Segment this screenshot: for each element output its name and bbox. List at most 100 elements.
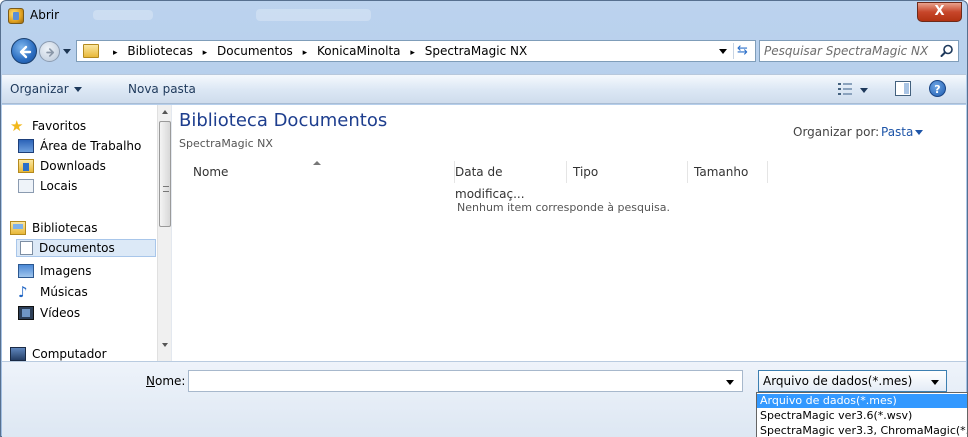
navigation-pane: ★ Favoritos Área de Trabalho Downloads L…: [2, 105, 172, 361]
file-name-input[interactable]: [192, 373, 712, 389]
breadcrumb-separator[interactable]: ▸: [410, 48, 415, 58]
sidebar-item-computer[interactable]: Computador: [10, 345, 107, 361]
sidebar-item-label: Imagens: [40, 264, 92, 278]
recent-pages-dropdown[interactable]: [63, 49, 71, 54]
column-header-date[interactable]: Data de modificaç...: [449, 161, 567, 201]
file-type-select[interactable]: Arquivo de dados(*.mes): [758, 370, 947, 392]
title-ghost-text-2: [256, 9, 371, 21]
sidebar-item-label: Área de Trabalho: [40, 139, 142, 153]
sidebar-item-label: Downloads: [40, 159, 106, 173]
sidebar-item-libraries[interactable]: Bibliotecas: [10, 219, 97, 237]
breadcrumb-documentos[interactable]: Documentos: [217, 44, 293, 58]
empty-results-message: Nenhum item corresponde à pesquisa.: [457, 201, 670, 214]
back-arrow-icon: [19, 45, 32, 59]
sidebar-item-label: Favoritos: [32, 119, 87, 133]
libraries-icon: [10, 221, 26, 235]
preview-pane-icon[interactable]: [895, 81, 911, 96]
sidebar-item-label: Vídeos: [40, 306, 81, 320]
file-name-label-rest: ome:: [154, 374, 186, 388]
scroll-down-icon[interactable]: [162, 343, 168, 347]
breadcrumb-konicaminolta[interactable]: KonicaMinolta: [317, 44, 401, 58]
view-dropdown-icon[interactable]: [860, 88, 868, 93]
sidebar-item-label: Bibliotecas: [32, 221, 98, 235]
breadcrumb-separator[interactable]: ▸: [203, 48, 208, 58]
scroll-up-icon[interactable]: [162, 110, 168, 114]
breadcrumb-separator[interactable]: ▸: [303, 48, 308, 58]
file-type-option[interactable]: SpectraMagic ver3.3, ChromaMagic(*.m: [757, 424, 967, 437]
computer-icon: [10, 347, 26, 361]
breadcrumb-spectramagic[interactable]: SpectraMagic NX: [425, 44, 527, 58]
grip-icon: [163, 186, 169, 192]
library-title: Biblioteca Documentos: [179, 110, 388, 131]
sidebar-item-downloads[interactable]: Downloads: [18, 157, 106, 175]
chevron-down-icon[interactable]: [915, 130, 923, 135]
file-name-label: Nome:: [146, 374, 185, 388]
file-name-combobox[interactable]: [188, 370, 743, 392]
chevron-down-icon[interactable]: [931, 380, 939, 385]
scrollbar-thumb[interactable]: [159, 121, 171, 227]
file-type-selected: Arquivo de dados(*.mes): [763, 374, 913, 388]
main-area: ★ Favoritos Área de Trabalho Downloads L…: [2, 105, 966, 361]
library-subtitle: SpectraMagic NX: [179, 137, 273, 150]
search-icon[interactable]: [940, 44, 954, 58]
refresh-icon[interactable]: ⇆: [733, 43, 751, 59]
breadcrumb-bibliotecas[interactable]: Bibliotecas: [127, 44, 192, 58]
desktop-icon: [18, 139, 34, 153]
file-type-option[interactable]: Arquivo de dados(*.mes): [757, 394, 967, 408]
chevron-down-icon: [73, 87, 82, 92]
downloads-folder-icon: [18, 159, 34, 173]
organize-button[interactable]: Organizar: [10, 82, 82, 96]
folder-icon: [83, 44, 99, 58]
pictures-icon: [18, 264, 34, 278]
breadcrumb-separator[interactable]: ▸: [113, 48, 118, 58]
address-dropdown-icon[interactable]: [719, 49, 727, 54]
app-icon: [8, 8, 24, 24]
music-icon: ♪: [18, 283, 28, 301]
breadcrumb: ▸ Bibliotecas ▸ Documentos ▸ KonicaMinol…: [107, 44, 527, 58]
file-name-label-mnemonic: N: [146, 374, 155, 388]
new-folder-button[interactable]: Nova pasta: [128, 82, 196, 96]
file-type-dropdown-list: Arquivo de dados(*.mes) SpectraMagic ver…: [756, 392, 968, 437]
sidebar-item-places[interactable]: Locais: [18, 177, 77, 195]
sort-ascending-icon: [313, 161, 321, 165]
sidebar-item-music[interactable]: ♪ Músicas: [18, 283, 88, 301]
organize-label: Organizar: [10, 82, 69, 96]
sidebar-item-label: Computador: [32, 347, 107, 361]
sidebar-item-images[interactable]: Imagens: [18, 262, 91, 280]
window-title: Abrir: [30, 8, 60, 22]
forward-arrow-icon: [46, 48, 55, 57]
navigation-scrollbar[interactable]: [157, 105, 171, 361]
address-bar[interactable]: ▸ Bibliotecas ▸ Documentos ▸ KonicaMinol…: [76, 40, 756, 62]
arrange-by-label: Organizar por:: [793, 125, 880, 139]
sidebar-item-desktop[interactable]: Área de Trabalho: [18, 137, 141, 155]
chevron-down-icon[interactable]: [726, 380, 734, 385]
navigation-row: ▸ Bibliotecas ▸ Documentos ▸ KonicaMinol…: [1, 35, 967, 67]
back-button[interactable]: [11, 38, 37, 64]
videos-icon: [18, 306, 34, 320]
sidebar-item-videos[interactable]: Vídeos: [18, 304, 80, 322]
column-header-name[interactable]: Nome: [187, 161, 455, 183]
forward-button[interactable]: [39, 41, 60, 62]
star-icon: ★: [10, 117, 24, 135]
open-file-dialog: Abrir X ▸ Bibliotecas ▸ Documentos ▸ Kon…: [0, 0, 968, 437]
sidebar-item-label: Documentos: [39, 241, 115, 255]
help-icon[interactable]: ?: [929, 80, 946, 97]
sidebar-item-favorites[interactable]: ★ Favoritos: [10, 117, 86, 135]
documents-icon: [20, 241, 33, 255]
view-options-icon[interactable]: [838, 83, 852, 95]
recent-places-icon: [18, 179, 34, 193]
sidebar-item-label: Locais: [40, 179, 78, 193]
command-toolbar: Organizar Nova pasta ?: [2, 74, 966, 104]
column-header-type[interactable]: Tipo: [567, 161, 688, 183]
sidebar-item-label: Músicas: [40, 285, 88, 299]
arrange-by-button[interactable]: Pasta: [881, 125, 913, 139]
column-header-size[interactable]: Tamanho: [688, 161, 768, 183]
title-ghost-text: [93, 10, 153, 20]
close-button[interactable]: X: [917, 2, 962, 22]
sidebar-item-documents[interactable]: Documentos: [16, 239, 156, 257]
search-input[interactable]: [764, 43, 934, 59]
file-list-pane: Biblioteca Documentos SpectraMagic NX Or…: [173, 105, 966, 361]
file-type-option[interactable]: SpectraMagic ver3.6(*.wsv): [757, 409, 967, 423]
title-bar[interactable]: Abrir X: [1, 1, 967, 33]
search-box[interactable]: [759, 40, 959, 62]
